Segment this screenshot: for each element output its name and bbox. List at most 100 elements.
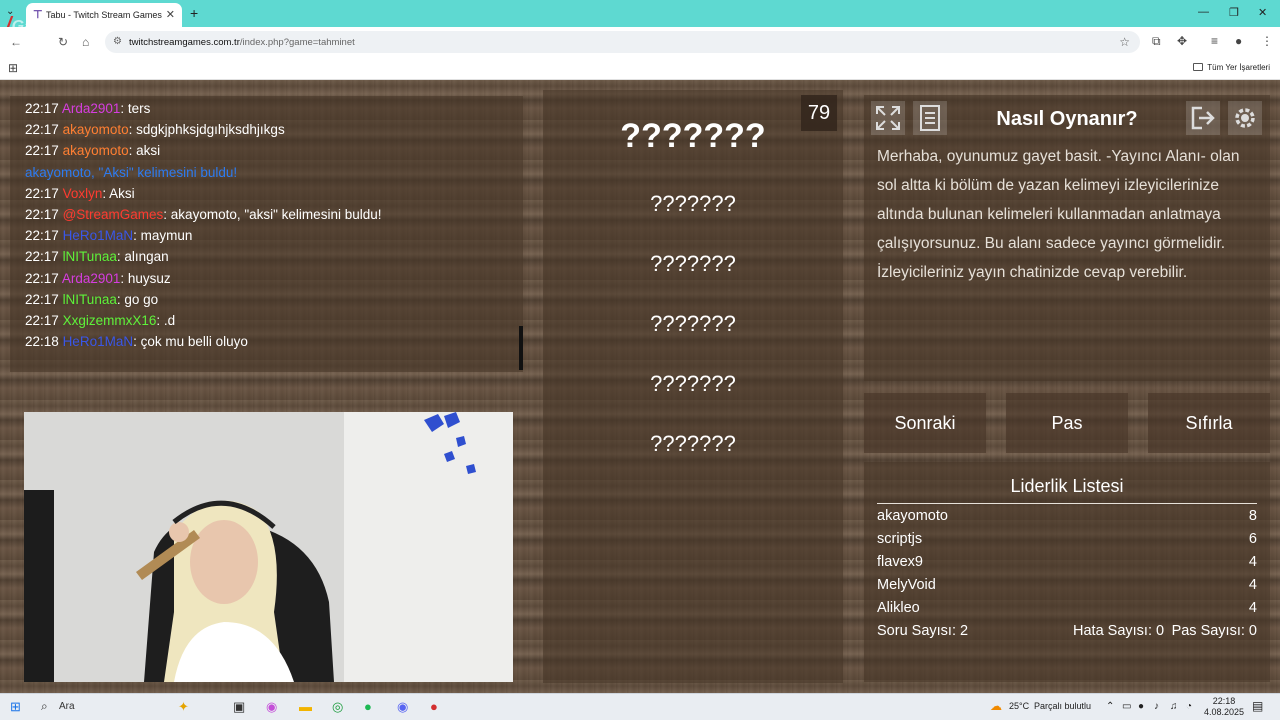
- chat-username[interactable]: Arda2901: [62, 101, 121, 116]
- reading-list-icon[interactable]: ≡: [1211, 34, 1218, 48]
- chat-panel: 22:17 Arda2901: ters 22:17 akayomoto: sdg…: [10, 96, 523, 372]
- leaderboard-row: scriptjs 6: [877, 531, 1257, 547]
- tray-chevron-icon[interactable]: ⌃: [1106, 701, 1114, 712]
- tray-obs-icon[interactable]: ●: [1138, 701, 1144, 712]
- player-score: 6: [1248, 531, 1257, 547]
- chat-username[interactable]: akayomoto: [63, 122, 129, 137]
- chat-time: 22:17: [25, 270, 59, 286]
- close-tab-icon[interactable]: ✕: [166, 8, 175, 21]
- notification-icon[interactable]: ▤: [1252, 699, 1263, 713]
- chrome-icon[interactable]: ◎: [332, 699, 343, 715]
- chat-username[interactable]: akayomoto: [63, 143, 129, 158]
- address-bar[interactable]: ⚙ twitchstreamgames.com.tr/index.php?gam…: [105, 31, 1140, 53]
- task-view-icon[interactable]: ▣: [233, 699, 245, 715]
- leaderboard-panel: Liderlik Listesi akayomoto 8 scriptjs 6 fl…: [864, 462, 1270, 682]
- chat-text: : akayomoto, "aksi" kelimesini buldu!: [163, 207, 382, 222]
- player-name: flavex9: [877, 554, 923, 570]
- chat-text: : huysuz: [120, 270, 171, 286]
- minimize-icon[interactable]: —: [1198, 6, 1209, 18]
- profile-avatar-icon[interactable]: ●: [1235, 34, 1242, 48]
- apps-grid-icon[interactable]: ⊞: [8, 61, 18, 75]
- chat-message: 22:17 lNITunaa: alıngan: [25, 249, 169, 264]
- puzzle-icon[interactable]: ✥: [1177, 34, 1187, 48]
- obs-record-icon[interactable]: ●: [430, 699, 438, 714]
- chat-message: 22:18 HeRo1MaN: çok mu belli oluyo: [25, 334, 248, 349]
- extension-icon[interactable]: ⧉: [1152, 34, 1161, 49]
- clock-date: 4.08.2025: [1204, 707, 1245, 717]
- mic-icon[interactable]: ♪: [1154, 701, 1159, 712]
- chat-username[interactable]: akayomoto, "Aksi" kelimesini buldu!: [25, 165, 237, 180]
- chat-message: 22:17 akayomoto: sdgkjphksjdgıhjksdhjıkg…: [25, 122, 285, 137]
- chat-message: 22:17 @StreamGames: akayomoto, "aksi" ke…: [25, 207, 381, 222]
- player-name: Alikleo: [877, 600, 920, 616]
- forbidden-word-3: ???????: [650, 311, 736, 336]
- pass-button[interactable]: Pas: [1006, 393, 1128, 453]
- all-bookmarks-button[interactable]: Tüm Yer İşaretleri: [1193, 63, 1270, 72]
- restore-icon[interactable]: ❐: [1229, 6, 1239, 19]
- chat-text: : ters: [120, 101, 151, 116]
- file-explorer-icon[interactable]: ▬: [299, 699, 312, 714]
- chat-time: 22:17: [25, 122, 59, 138]
- pass-count: Pas Sayısı: 0: [1171, 623, 1257, 639]
- player-name: akayomoto: [877, 508, 948, 524]
- how-to-play-text: Merhaba, oyunumuz gayet basit. -Yayıncı …: [877, 148, 1240, 281]
- url-domain: twitchstreamgames.com.tr: [129, 37, 240, 48]
- copilot-app-icon[interactable]: ◉: [266, 699, 277, 715]
- chat-time: 22:17: [25, 291, 59, 307]
- target-word: ???????: [620, 117, 766, 155]
- player-name: MelyVoid: [877, 577, 936, 593]
- new-tab-icon[interactable]: +: [190, 5, 198, 21]
- chat-text: : çok mu belli oluyo: [133, 334, 248, 350]
- reset-button[interactable]: Sıfırla: [1148, 393, 1270, 453]
- settings-gear-icon[interactable]: [1228, 101, 1262, 135]
- chat-username[interactable]: lNITunaa: [63, 292, 117, 307]
- game-page: 22:17 Arda2901: ters 22:17 akayomoto: sdg…: [0, 80, 1280, 693]
- discord-icon[interactable]: ◉: [397, 699, 408, 715]
- chat-username[interactable]: XxgizemmxX16: [63, 313, 157, 328]
- tray-app-icon[interactable]: ▭: [1122, 701, 1131, 712]
- taskbar-search-label: Ara: [59, 701, 75, 712]
- leaderboard-row: MelyVoid 4: [877, 577, 1257, 593]
- home-icon[interactable]: ⌂: [82, 35, 89, 49]
- weather-icon: ☁: [990, 699, 1002, 713]
- forbidden-word-1: ???????: [650, 191, 736, 216]
- leaderboard-row: Alikleo 4: [877, 600, 1257, 616]
- back-icon[interactable]: ←: [10, 35, 22, 49]
- chat-text: : Aksi: [102, 185, 135, 201]
- windows-start-icon[interactable]: ⊞: [10, 699, 21, 715]
- site-info-icon[interactable]: ⚙: [113, 36, 122, 47]
- chat-text: : alıngan: [116, 249, 169, 265]
- search-icon: ⌕: [41, 699, 48, 713]
- chat-message: 22:17 Arda2901: huysuz: [25, 271, 171, 286]
- url-path: /index.php?game=tahminet: [239, 37, 355, 48]
- next-button[interactable]: Sonraki: [864, 393, 986, 453]
- chat-username[interactable]: HeRo1MaN: [63, 228, 134, 243]
- chat-message: 22:17 XxgizemmxX16: .d: [25, 313, 175, 328]
- chat-username[interactable]: Voxlyn: [63, 186, 103, 201]
- chat-username[interactable]: @StreamGames: [63, 207, 164, 222]
- reload-icon[interactable]: ↻: [58, 35, 68, 49]
- logout-icon[interactable]: [1186, 101, 1220, 135]
- browser-tab-bar: ⌄ ⊤ Tabu - Twitch Stream Games ✕ + — ❐ ✕: [0, 0, 1280, 27]
- player-score: 4: [1248, 554, 1257, 570]
- network-icon[interactable]: ◔: [1186, 701, 1192, 712]
- chat-username[interactable]: lNITunaa: [63, 249, 117, 264]
- chat-scrollbar[interactable]: [519, 326, 523, 370]
- chat-username[interactable]: Arda2901: [62, 271, 121, 286]
- volume-icon[interactable]: ♫: [1170, 701, 1178, 712]
- bookmarks-bar: ⊞ Tüm Yer İşaretleri: [0, 57, 1280, 80]
- weather-temp: 25°C: [1009, 701, 1030, 711]
- copilot-sparkle-icon[interactable]: ✦: [178, 699, 189, 715]
- spotify-icon[interactable]: ●: [364, 699, 372, 714]
- player-score: 8: [1248, 508, 1257, 524]
- bookmark-star-icon[interactable]: ☆: [1119, 35, 1130, 49]
- player-score: 4: [1248, 600, 1257, 616]
- error-count: Hata Sayısı: 0: [1073, 623, 1165, 639]
- chat-username[interactable]: HeRo1MaN: [63, 334, 134, 349]
- close-window-icon[interactable]: ✕: [1258, 6, 1267, 19]
- game-stats: Soru Sayısı: 2 Hata Sayısı: 0 Pas Sayısı…: [877, 623, 1257, 639]
- menu-kebab-icon[interactable]: ⋮: [1261, 34, 1273, 48]
- leaderboard-row: akayomoto 8: [877, 508, 1257, 524]
- chat-text: : aksi: [128, 143, 161, 159]
- clock[interactable]: 22:18 4.08.2025: [1204, 696, 1244, 718]
